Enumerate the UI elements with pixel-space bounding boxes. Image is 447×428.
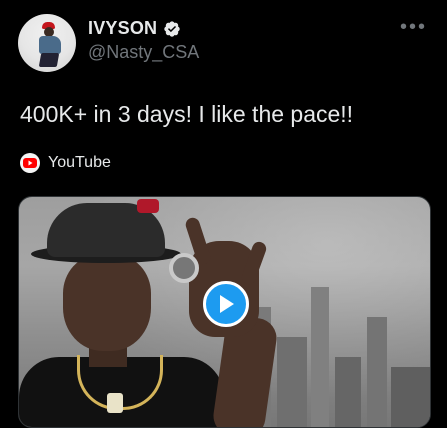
silver-ring — [169, 253, 199, 283]
video-thumbnail[interactable] — [18, 196, 431, 428]
more-options-icon[interactable]: ••• — [400, 17, 427, 37]
display-name[interactable]: IVYSON — [88, 18, 157, 39]
avatar-body — [39, 36, 61, 54]
building — [311, 287, 329, 427]
play-button[interactable] — [203, 281, 249, 327]
hat-accent — [137, 199, 159, 213]
author-handle[interactable]: @Nasty_CSA — [88, 42, 199, 63]
play-icon — [220, 295, 234, 313]
verified-badge-icon — [164, 20, 180, 37]
youtube-logo-icon — [20, 153, 40, 173]
link-source[interactable]: YouTube — [20, 153, 111, 173]
author-name-row[interactable]: IVYSON — [88, 18, 181, 39]
link-source-label: YouTube — [48, 154, 111, 171]
chain-pendant — [107, 393, 123, 413]
building — [277, 337, 307, 427]
avatar-legs — [38, 53, 60, 67]
person-face — [63, 255, 151, 351]
building — [335, 357, 361, 427]
building — [367, 317, 387, 427]
building — [391, 367, 430, 427]
avatar[interactable] — [18, 14, 76, 72]
tweet-text: 400K+ in 3 days! I like the pace!! — [20, 101, 354, 127]
